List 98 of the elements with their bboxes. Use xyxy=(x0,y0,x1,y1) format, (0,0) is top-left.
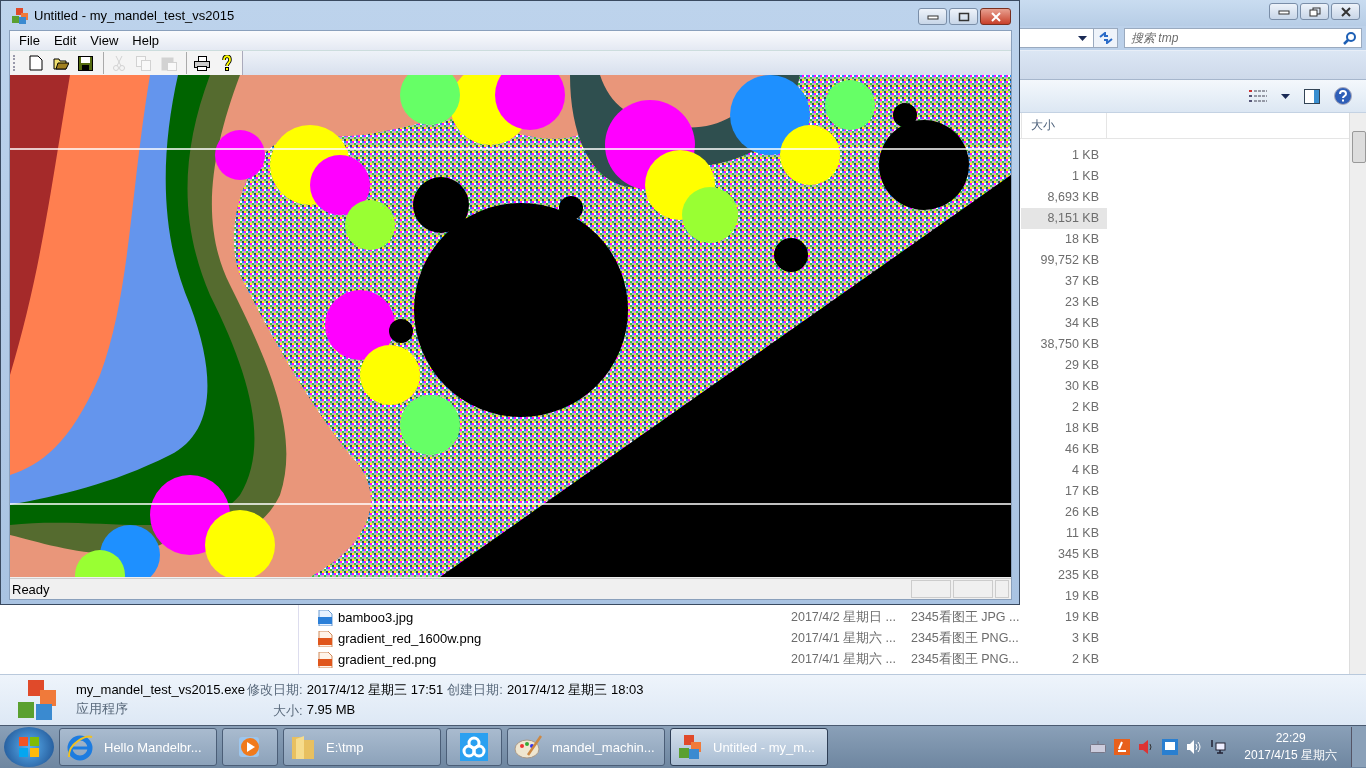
minimize-icon xyxy=(1277,8,1290,15)
keyboard-icon[interactable] xyxy=(1090,741,1107,753)
file-size[interactable]: 18 KB xyxy=(1021,229,1107,250)
printer-icon xyxy=(193,55,210,71)
file-size[interactable]: 19 KB xyxy=(1021,607,1107,628)
volume-icon[interactable] xyxy=(1186,739,1203,755)
copy-icon xyxy=(135,55,152,71)
file-date: 2017/4/2 星期日 ... xyxy=(791,610,897,624)
close-button[interactable] xyxy=(1331,3,1360,20)
file-size[interactable]: 345 KB xyxy=(1021,544,1107,565)
file-size[interactable]: 46 KB xyxy=(1021,439,1107,460)
scissors-icon xyxy=(112,55,125,71)
file-size[interactable]: 8,151 KB xyxy=(1021,208,1107,229)
file-size[interactable]: 1 KB xyxy=(1021,166,1107,187)
window-title: Untitled - my_mandel_test_vs2015 xyxy=(34,8,235,23)
clock[interactable]: 22:29 2017/4/15 星期六 xyxy=(1244,730,1337,764)
field-label: 大小: xyxy=(272,701,303,720)
clipboard-icon xyxy=(160,55,177,71)
minimize-icon xyxy=(926,13,939,20)
help-icon[interactable] xyxy=(1334,87,1352,105)
help-icon xyxy=(221,55,232,71)
file-size[interactable]: 99,752 KB xyxy=(1021,250,1107,271)
preview-pane-icon[interactable] xyxy=(1304,88,1320,104)
file-size[interactable]: 19 KB xyxy=(1021,586,1107,607)
close-icon xyxy=(989,11,1002,22)
taskbar-button[interactable] xyxy=(446,728,502,766)
status-text: Ready xyxy=(11,581,51,597)
field-value: 2017/4/12 星期三 18:03 xyxy=(506,680,644,699)
maximize-icon xyxy=(957,11,970,22)
minimize-button[interactable] xyxy=(1269,3,1298,20)
file-date: 2017/4/1 星期六 ... xyxy=(791,652,897,666)
field-value: 2017/4/12 星期三 17:51 xyxy=(306,680,444,699)
file-name[interactable]: gradient_red.png xyxy=(338,652,437,667)
taskbar-button[interactable] xyxy=(222,728,278,766)
field-value: 7.95 MB xyxy=(306,701,357,719)
print-button[interactable] xyxy=(186,52,213,74)
file-name[interactable]: bamboo3.jpg xyxy=(338,610,414,625)
close-icon xyxy=(1339,6,1352,17)
open-folder-icon xyxy=(52,56,69,70)
browser-icon xyxy=(66,733,94,761)
column-header[interactable]: 大小 xyxy=(1021,113,1107,138)
maximize-button[interactable] xyxy=(949,8,978,25)
file-type: 2345看图王 PNG... xyxy=(911,631,1019,645)
dropdown-icon xyxy=(1078,35,1087,41)
menu-item[interactable]: Edit xyxy=(46,32,84,49)
file-type: 2345看图王 JPG ... xyxy=(911,610,1020,624)
refresh-button[interactable] xyxy=(1093,28,1118,48)
restore-icon xyxy=(1308,6,1321,17)
new-document-icon xyxy=(28,55,43,71)
file-type: 应用程序 xyxy=(76,700,129,718)
file-size[interactable]: 37 KB xyxy=(1021,271,1107,292)
field-label: 创建日期: xyxy=(447,680,503,699)
file-size[interactable]: 23 KB xyxy=(1021,292,1107,313)
restore-button[interactable] xyxy=(1300,3,1329,20)
close-button[interactable] xyxy=(980,8,1011,25)
file-size[interactable]: 4 KB xyxy=(1021,460,1107,481)
windows-logo-icon xyxy=(18,736,40,758)
file-size[interactable]: 1 KB xyxy=(1021,145,1107,166)
cloud-icon xyxy=(460,733,488,761)
folder-icon xyxy=(290,733,316,761)
tray-app-icon[interactable] xyxy=(1114,739,1131,755)
palette-icon xyxy=(514,733,542,761)
file-size[interactable]: 38,750 KB xyxy=(1021,334,1107,355)
file-size[interactable]: 2 KB xyxy=(1021,649,1107,670)
file-size[interactable]: 235 KB xyxy=(1021,565,1107,586)
image-file-icon xyxy=(317,609,333,626)
file-name: my_mandel_test_vs2015.exe xyxy=(76,682,246,697)
tray-app-icon[interactable] xyxy=(1162,739,1179,755)
image-file-icon xyxy=(317,651,333,668)
file-size[interactable]: 17 KB xyxy=(1021,481,1107,502)
search-field[interactable]: 搜索 tmp xyxy=(1124,28,1362,48)
file-size[interactable]: 8,693 KB xyxy=(1021,187,1107,208)
menu-item[interactable]: Help xyxy=(125,32,167,49)
mfc-app-icon xyxy=(12,7,28,24)
file-name[interactable]: gradient_red_1600w.png xyxy=(338,631,482,646)
file-size[interactable]: 29 KB xyxy=(1021,355,1107,376)
mfc-app-icon xyxy=(677,734,703,760)
menu-item[interactable]: File xyxy=(12,32,47,49)
network-icon[interactable] xyxy=(1210,739,1227,755)
file-size[interactable]: 18 KB xyxy=(1021,418,1107,439)
dropdown-icon[interactable] xyxy=(1281,93,1290,99)
file-size[interactable]: 2 KB xyxy=(1021,397,1107,418)
file-size[interactable]: 34 KB xyxy=(1021,313,1107,334)
show-desktop-button[interactable] xyxy=(1351,727,1366,767)
refresh-icon xyxy=(1098,32,1113,44)
file-size[interactable]: 26 KB xyxy=(1021,502,1107,523)
image-file-icon xyxy=(317,630,333,647)
file-size[interactable]: 3 KB xyxy=(1021,628,1107,649)
scrollbar[interactable] xyxy=(1349,113,1366,674)
start-button[interactable] xyxy=(4,727,54,767)
search-icon[interactable] xyxy=(1343,32,1356,45)
file-size[interactable]: 11 KB xyxy=(1021,523,1107,544)
field-label: 修改日期: xyxy=(247,680,303,699)
file-type: 2345看图王 PNG... xyxy=(911,652,1019,666)
menu-item[interactable]: View xyxy=(83,32,126,49)
file-size[interactable]: 30 KB xyxy=(1021,376,1107,397)
file-date: 2017/4/1 星期六 ... xyxy=(791,631,897,645)
view-list-icon[interactable] xyxy=(1249,89,1267,103)
